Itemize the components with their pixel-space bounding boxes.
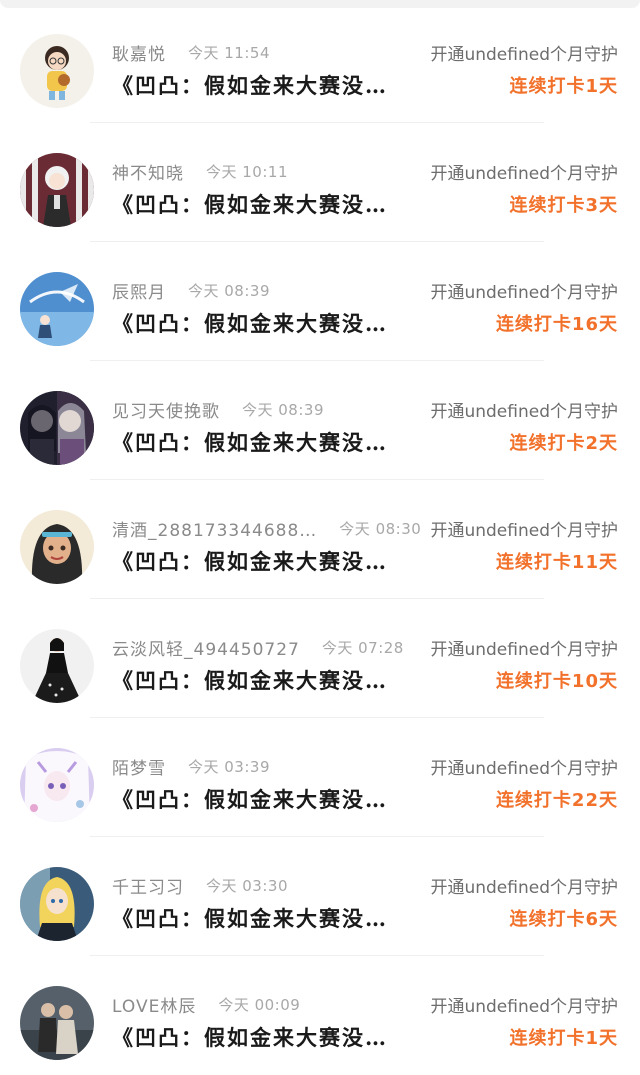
checkin-streak: 连续打卡10天 [495, 671, 618, 692]
guard-text: 开通undefined个月守护 [428, 276, 618, 304]
checkin-streak: 连续打卡16天 [495, 314, 618, 335]
checkin-streak: 连续打卡3天 [509, 195, 618, 216]
avatar[interactable] [20, 986, 94, 1060]
list-item[interactable]: 耿嘉悦 今天 11:54 开通undefined个月守护 《凹凸：假如金来大赛没… [0, 4, 640, 123]
anime-boy-avatar-icon [20, 153, 94, 227]
book-title[interactable]: 《凹凸：假如金来大赛没… [112, 1020, 388, 1054]
avatar[interactable] [20, 391, 94, 465]
guard-text: 开通undefined个月守护 [428, 871, 618, 899]
avatar[interactable] [20, 629, 94, 703]
avatar[interactable] [20, 153, 94, 227]
user-name[interactable]: 千王习习 [112, 873, 184, 898]
post-time: 今天 08:39 [242, 400, 324, 419]
user-name[interactable]: 陌梦雪 [112, 754, 166, 779]
checkin-streak: 连续打卡1天 [509, 1028, 618, 1049]
couple-photo-avatar-icon [20, 986, 94, 1060]
user-name[interactable]: 云淡风轻_494450727 [112, 635, 300, 660]
book-title[interactable]: 《凹凸：假如金来大赛没… [112, 544, 388, 578]
post-time: 今天 03:39 [188, 757, 270, 776]
checkin-streak: 连续打卡2天 [509, 433, 618, 454]
avatar[interactable] [20, 748, 94, 822]
name-line: 辰熙月 今天 08:39 [112, 276, 270, 304]
post-time: 今天 11:54 [188, 43, 270, 62]
list-item[interactable]: 见习天使挽歌 今天 08:39 开通undefined个月守护 《凹凸：假如金来… [0, 361, 640, 480]
checkin-streak: 连续打卡6天 [509, 909, 618, 930]
checkin-streak: 连续打卡11天 [495, 552, 618, 573]
checkin-streak: 连续打卡1天 [509, 76, 618, 97]
name-line: 见习天使挽歌 今天 08:39 [112, 395, 324, 423]
avatar[interactable] [20, 867, 94, 941]
blonde-anime-avatar-icon [20, 867, 94, 941]
list-item[interactable]: 清酒_288173344688… 今天 08:30 开通undefined个月守… [0, 480, 640, 599]
list-item[interactable]: LOVE林辰 今天 00:09 开通undefined个月守护 《凹凸：假如金来… [0, 956, 640, 1075]
list-item[interactable]: 神不知晓 今天 10:11 开通undefined个月守护 《凹凸：假如金来大赛… [0, 123, 640, 242]
post-time: 今天 10:11 [206, 162, 288, 181]
list-item[interactable]: 辰熙月 今天 08:39 开通undefined个月守护 《凹凸：假如金来大赛没… [0, 242, 640, 361]
name-line: 云淡风轻_494450727 今天 07:28 [112, 633, 404, 661]
post-time: 今天 08:30 [339, 519, 422, 538]
user-name[interactable]: 耿嘉悦 [112, 40, 166, 65]
guard-text: 开通undefined个月守护 [428, 752, 618, 780]
anime-girls-avatar-icon [20, 391, 94, 465]
user-name[interactable]: 神不知晓 [112, 159, 184, 184]
user-name[interactable]: 见习天使挽歌 [112, 397, 220, 422]
book-title[interactable]: 《凹凸：假如金来大赛没… [112, 68, 388, 102]
book-title[interactable]: 《凹凸：假如金来大赛没… [112, 306, 388, 340]
cartoon-girl-avatar-icon [20, 34, 94, 108]
post-time: 今天 08:39 [188, 281, 270, 300]
name-line: 陌梦雪 今天 03:39 [112, 752, 270, 780]
name-line: 千王习习 今天 03:30 [112, 871, 288, 899]
avatar[interactable] [20, 510, 94, 584]
name-line: 耿嘉悦 今天 11:54 [112, 38, 270, 66]
list-item[interactable]: 千王习习 今天 03:30 开通undefined个月守护 《凹凸：假如金来大赛… [0, 837, 640, 956]
avatar[interactable] [20, 272, 94, 346]
name-line: LOVE林辰 今天 00:09 [112, 990, 300, 1018]
user-name[interactable]: LOVE林辰 [112, 992, 196, 1017]
anime-fairy-avatar-icon [20, 748, 94, 822]
book-title[interactable]: 《凹凸：假如金来大赛没… [112, 425, 388, 459]
avatar[interactable] [20, 34, 94, 108]
post-time: 今天 00:09 [218, 995, 301, 1014]
guard-text: 开通undefined个月守护 [428, 38, 618, 66]
guard-text: 开通undefined个月守护 [428, 514, 618, 542]
guard-text: 开通undefined个月守护 [428, 157, 618, 185]
anime-scene-avatar-icon [20, 272, 94, 346]
checkin-streak: 连续打卡22天 [495, 790, 618, 811]
list-item[interactable]: 陌梦雪 今天 03:39 开通undefined个月守护 《凹凸：假如金来大赛没… [0, 718, 640, 837]
guard-text: 开通undefined个月守护 [428, 990, 618, 1018]
user-name[interactable]: 清酒_288173344688… [112, 516, 317, 541]
book-title[interactable]: 《凹凸：假如金来大赛没… [112, 187, 388, 221]
user-name[interactable]: 辰熙月 [112, 278, 166, 303]
name-line: 清酒_288173344688… 今天 08:30 [112, 514, 421, 542]
princess-avatar-icon [20, 510, 94, 584]
black-dress-avatar-icon [20, 629, 94, 703]
name-line: 神不知晓 今天 10:11 [112, 157, 288, 185]
guard-text: 开通undefined个月守护 [428, 395, 618, 423]
book-title[interactable]: 《凹凸：假如金来大赛没… [112, 782, 388, 816]
guard-text: 开通undefined个月守护 [428, 633, 618, 661]
book-title[interactable]: 《凹凸：假如金来大赛没… [112, 663, 388, 697]
post-time: 今天 03:30 [206, 876, 288, 895]
post-time: 今天 07:28 [321, 638, 404, 657]
list-item[interactable]: 云淡风轻_494450727 今天 07:28 开通undefined个月守护 … [0, 599, 640, 718]
book-title[interactable]: 《凹凸：假如金来大赛没… [112, 901, 388, 935]
